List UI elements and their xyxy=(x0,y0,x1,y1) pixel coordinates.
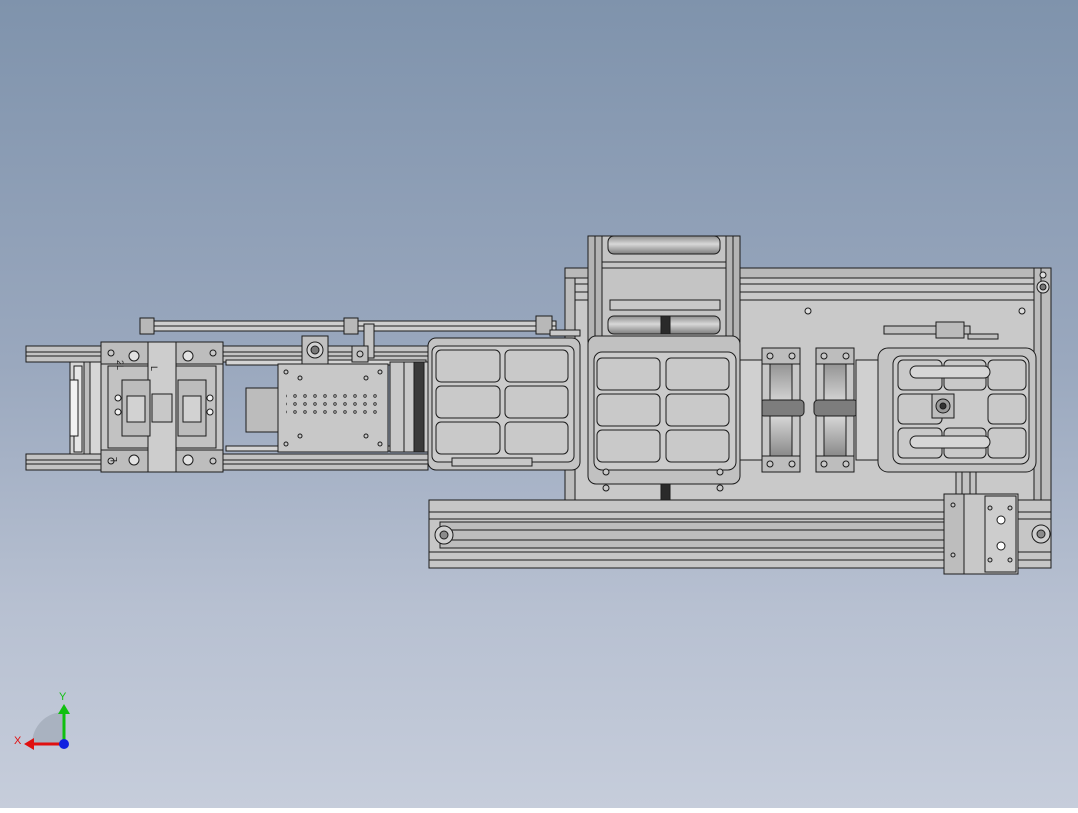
roller-top[interactable] xyxy=(607,235,721,255)
middle-pallet-tray[interactable] xyxy=(587,335,741,501)
linear-bearing-block-right[interactable] xyxy=(813,347,859,473)
x-axis-label: X xyxy=(14,735,22,747)
coordinate-triad[interactable]: Y X xyxy=(14,691,70,750)
linear-bearing-block-left[interactable] xyxy=(759,347,805,473)
cad-viewport[interactable]: 2L L L Y X xyxy=(0,0,1078,808)
z-axis-dot xyxy=(59,739,69,749)
top-roller-assembly[interactable] xyxy=(587,235,741,343)
y-axis-label: Y xyxy=(59,691,67,703)
label-2l: 2L xyxy=(115,360,125,370)
left-pallet-tray[interactable] xyxy=(427,337,581,471)
assembly-drawing: 2L L L Y X xyxy=(14,235,1052,750)
label-l-bottom: L xyxy=(109,457,119,462)
left-end-plate[interactable] xyxy=(69,361,103,455)
label-l-top: L xyxy=(149,366,159,371)
